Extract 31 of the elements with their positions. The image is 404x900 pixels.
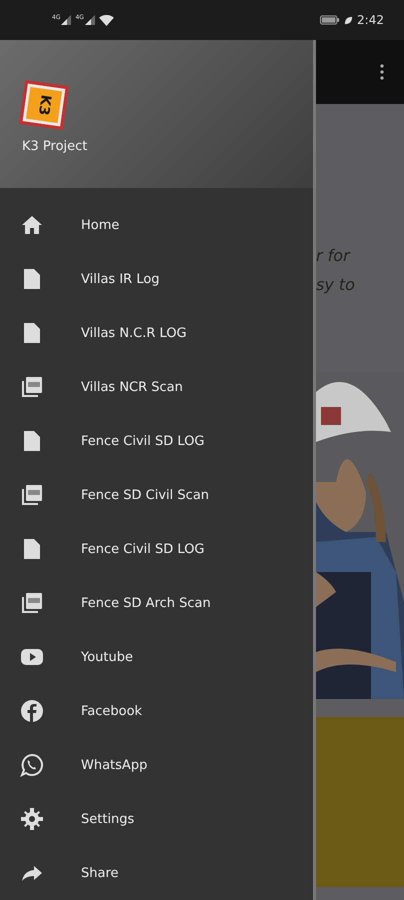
drawer-item[interactable]: Fence Civil SD LOG: [0, 414, 313, 468]
drawer-item[interactable]: Fence SD Arch Scan: [0, 576, 313, 630]
battery-icon: [320, 15, 340, 25]
signal-icon: [84, 15, 95, 25]
drawer-item[interactable]: Home: [0, 198, 313, 252]
pdf-files-icon: [20, 375, 44, 399]
facebook-icon: [20, 699, 44, 723]
drawer-item[interactable]: Villas IR Log: [0, 252, 313, 306]
more-options-icon: [380, 64, 384, 80]
wifi-icon: [98, 14, 114, 26]
drawer-item[interactable]: Fence SD Civil Scan: [0, 468, 313, 522]
pdf-files-icon: [20, 483, 44, 507]
chat-phone-icon: [20, 753, 44, 777]
drawer-item[interactable]: Youtube: [0, 630, 313, 684]
drawer-item[interactable]: Share: [0, 846, 313, 900]
home-icon: [20, 213, 44, 237]
signal-icon: [61, 15, 72, 25]
settings-icon: [20, 807, 44, 831]
drawer-item[interactable]: Fence Civil SD LOG: [0, 522, 313, 576]
app-name: K3 Project: [22, 139, 88, 154]
clock-time: 2:42: [357, 13, 384, 27]
app-logo: K3: [22, 84, 66, 126]
drawer-item[interactable]: Villas N.C.R LOG: [0, 306, 313, 360]
pdf-files-icon: [20, 591, 44, 615]
leaf-icon: [344, 16, 354, 24]
drawer-item[interactable]: Settings: [0, 792, 313, 846]
intro-text: r for: [316, 245, 352, 267]
drawer-item[interactable]: WhatsApp: [0, 738, 313, 792]
drawer-item[interactable]: Facebook: [0, 684, 313, 738]
drawer-item[interactable]: Villas NCR Scan: [0, 360, 313, 414]
intro-text: sy to: [316, 274, 356, 296]
